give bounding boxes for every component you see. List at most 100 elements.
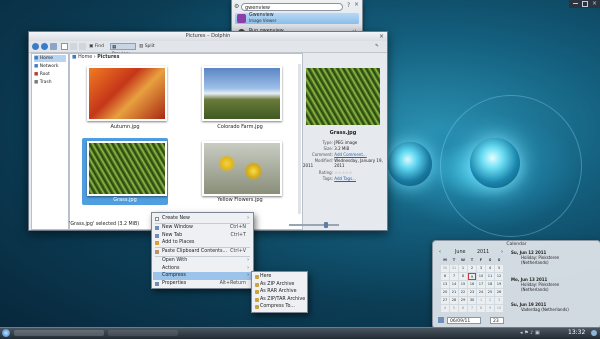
calendar-day[interactable]: 17 [477, 281, 485, 288]
week-input[interactable]: 23 [490, 317, 504, 324]
calendar-day[interactable]: 4 [441, 305, 449, 312]
back-icon[interactable] [32, 43, 39, 50]
calendar-day[interactable]: 21 [450, 289, 458, 296]
calendar-day[interactable]: 7 [468, 305, 476, 312]
calendar-day[interactable]: 11 [486, 273, 494, 280]
place-trash[interactable]: ■ Trash [34, 79, 66, 86]
breadcrumb-home[interactable]: Home [78, 55, 92, 60]
calendar-day[interactable]: 20 [441, 289, 449, 296]
maximize-icon[interactable] [582, 1, 588, 7]
zoom-handle[interactable] [324, 222, 328, 228]
calendar-day[interactable]: 26 [495, 289, 503, 296]
settings-icon[interactable]: ⚙ [234, 3, 239, 10]
details-view-icon[interactable] [70, 43, 77, 50]
thumbnail-yellow-flowers[interactable] [202, 141, 282, 196]
menu-item-add-to-places[interactable]: Add to Places [153, 239, 252, 247]
system-tray[interactable]: ◂ ⚑ ♪ ▣ [520, 330, 565, 336]
calendar-day[interactable]: 9 [486, 305, 494, 312]
submenu-item-rar[interactable]: As RAR Archive [253, 288, 306, 296]
close-icon[interactable]: × [592, 0, 597, 7]
find-button[interactable]: ▣ Find [89, 43, 108, 50]
close-icon[interactable]: × [354, 1, 359, 8]
prev-month-icon[interactable]: ‹ [439, 250, 441, 255]
calendar-day[interactable]: 19 [495, 281, 503, 288]
submenu-item-zip[interactable]: As ZIP Archive [253, 281, 306, 289]
next-month-icon[interactable]: › [501, 250, 503, 255]
menu-item-actions[interactable]: Actions › [153, 265, 252, 273]
desktop-toolbox[interactable]: × [569, 0, 600, 8]
calendar-day[interactable]: 29 [459, 297, 467, 304]
calendar-day[interactable]: 7 [450, 273, 458, 280]
calendar-day[interactable]: 15 [459, 281, 467, 288]
calendar-day[interactable]: 1 [477, 297, 485, 304]
calendar-day[interactable]: 16 [468, 281, 476, 288]
calendar-day[interactable]: 23 [468, 289, 476, 296]
calendar-day[interactable]: 30 [468, 297, 476, 304]
calendar-day[interactable]: 10 [495, 305, 503, 312]
calendar-icon[interactable] [438, 317, 444, 323]
menu-item-new-tab[interactable]: New Tab Ctrl+T [153, 232, 252, 240]
calendar-day[interactable]: 22 [459, 289, 467, 296]
calendar-day[interactable]: 5 [495, 265, 503, 272]
panel-toolbox-icon[interactable] [591, 330, 597, 336]
year-label[interactable]: 2011 [477, 250, 489, 255]
kickoff-menu-icon[interactable] [2, 329, 10, 337]
thumbnail-colorado-farm[interactable] [202, 66, 282, 121]
calendar-day[interactable]: 1 [459, 265, 467, 272]
up-icon[interactable] [50, 43, 57, 50]
close-icon[interactable]: × [379, 32, 384, 41]
help-icon[interactable]: ? [347, 2, 350, 9]
calendar-day[interactable]: 12 [495, 273, 503, 280]
calendar-day[interactable]: 24 [477, 289, 485, 296]
menu-item-open-with[interactable]: Open With › [153, 257, 252, 265]
calendar-day[interactable]: 3 [477, 265, 485, 272]
configure-icon[interactable]: ✎ [375, 43, 382, 50]
minimize-icon[interactable] [573, 3, 578, 4]
calendar-day[interactable]: 9 [468, 273, 476, 280]
taskbar-task[interactable] [108, 330, 178, 336]
columns-view-icon[interactable] [79, 43, 86, 50]
place-home[interactable]: ■ Home [34, 55, 66, 62]
menu-item-compress[interactable]: Compress › [153, 272, 252, 280]
place-network[interactable]: ■ Network [34, 63, 66, 70]
calendar-day[interactable]: 31 [450, 265, 458, 272]
krunner-search-input[interactable]: gwenview [241, 3, 343, 11]
calendar-day[interactable]: 4 [486, 265, 494, 272]
rating-stars[interactable]: ☆☆☆☆☆ [334, 170, 352, 175]
vertical-scrollbar[interactable] [298, 64, 301, 214]
date-input[interactable]: 06/09/11 [447, 317, 481, 324]
submenu-item-here[interactable]: Here [253, 273, 306, 281]
calendar-day[interactable]: 5 [450, 305, 458, 312]
krunner-result-gwenview[interactable]: Gwenview Image Viewer [235, 13, 359, 24]
menu-item-new-window[interactable]: New Window Ctrl+N [153, 224, 252, 232]
calendar-day[interactable]: 25 [486, 289, 494, 296]
menu-item-paste[interactable]: Paste Clipboard Contents... Ctrl+V [153, 248, 252, 256]
calendar-day[interactable]: 2 [468, 265, 476, 272]
taskbar-task[interactable] [14, 330, 104, 336]
breadcrumb[interactable]: ■ Home › Pictures [72, 55, 119, 60]
calendar-day[interactable]: 8 [459, 273, 467, 280]
calendar-day[interactable]: 27 [441, 297, 449, 304]
calendar-day[interactable]: 13 [441, 281, 449, 288]
submenu-item-zip-tar[interactable]: As ZIP/TAR Archive [253, 296, 306, 304]
thumbnail-grass[interactable] [87, 141, 167, 196]
calendar-day[interactable]: 3 [495, 297, 503, 304]
thumbnail-autumn[interactable] [87, 66, 167, 121]
calendar-day[interactable]: 6 [441, 273, 449, 280]
calendar-day[interactable]: 28 [450, 297, 458, 304]
clock[interactable]: 13:32 [568, 328, 585, 338]
place-root[interactable]: ■ Root [34, 71, 66, 78]
month-label[interactable]: June [455, 250, 465, 255]
calendar-day[interactable]: 18 [486, 281, 494, 288]
calendar-day[interactable]: 6 [459, 305, 467, 312]
preview-button[interactable]: ▦ Preview [110, 43, 136, 57]
menu-item-create-new[interactable]: Create New › [153, 215, 252, 223]
calendar-day[interactable]: 2 [486, 297, 494, 304]
add-comment-link[interactable]: Add Comment... [334, 152, 366, 157]
window-titlebar[interactable]: Pictures – Dolphin × [29, 32, 387, 41]
calendar-day[interactable]: 10 [477, 273, 485, 280]
calendar-day[interactable]: 8 [477, 305, 485, 312]
submenu-item-compress-to[interactable]: Compress To... [253, 303, 306, 311]
breadcrumb-pictures[interactable]: Pictures [97, 55, 119, 60]
calendar-day[interactable]: 30 [441, 265, 449, 272]
